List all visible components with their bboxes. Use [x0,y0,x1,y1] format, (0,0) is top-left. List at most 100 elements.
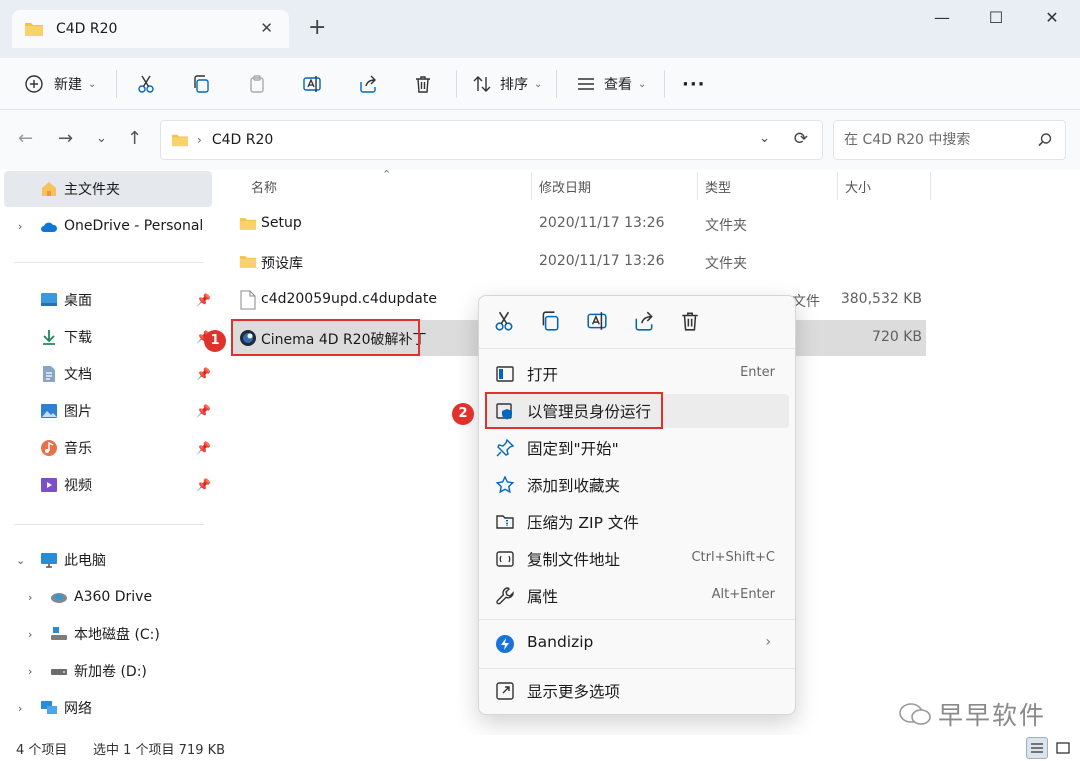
rename-button[interactable] [302,68,322,100]
minimize-button[interactable]: — [920,8,964,30]
annotation-box-1 [231,319,420,356]
sidebar-item-label: 网络 [64,701,92,717]
recent-chevron-icon[interactable]: ⌄ [96,131,107,146]
menu-item-shortcut: Ctrl+Shift+C [691,550,775,565]
pin-icon[interactable]: 📌 [196,293,211,307]
search-input[interactable] [844,132,1034,148]
paste-button[interactable] [247,68,267,100]
new-tab-button[interactable]: + [308,16,326,40]
tab-title: C4D R20 [56,21,118,37]
new-button[interactable]: 新建 ⌄ [24,68,96,100]
sidebar-item-downloads[interactable]: 下载 📌 [0,319,212,355]
menu-item-open[interactable]: 打开 Enter [485,357,789,391]
sidebar-item-home[interactable]: 主文件夹 [4,171,212,207]
menu-item-show-more[interactable]: 显示更多选项 [485,674,789,708]
menu-item-compress-zip[interactable]: 压缩为 ZIP 文件 [485,505,789,539]
sidebar-item-network[interactable]: › 网络 [0,690,212,726]
address-dropdown-icon[interactable]: ⌄ [759,131,770,146]
menu-item-copy-path[interactable]: 复制文件地址 Ctrl+Shift+C [485,542,789,576]
pin-icon[interactable]: 📌 [196,404,211,418]
copy-icon [194,75,209,93]
folder-icon [239,256,257,268]
sidebar-item-pictures[interactable]: 图片 📌 [0,393,212,429]
chevron-right-icon[interactable]: › [28,591,32,604]
chevron-right-icon: › [765,634,771,650]
search-box[interactable] [833,120,1066,160]
expand-icon [496,682,514,700]
column-divider[interactable] [697,172,698,200]
cut-button[interactable] [136,68,156,100]
menu-item-label: 固定到"开始" [527,440,619,458]
column-divider[interactable] [837,172,838,200]
cut-icon[interactable] [493,310,515,332]
menu-item-pin-to-start[interactable]: 固定到"开始" [485,431,789,465]
pictures-icon [41,404,57,418]
divider [556,70,557,98]
sidebar-item-drive-c[interactable]: › 本地磁盘 (C:) [0,616,212,652]
copy-icon[interactable] [539,310,561,332]
chevron-down-icon[interactable]: ⌄ [16,554,25,567]
sidebar-item-videos[interactable]: 视频 📌 [0,467,212,503]
sidebar-item-documents[interactable]: 文档 📌 [0,356,212,392]
share-button[interactable] [358,68,378,100]
chevron-right-icon[interactable]: › [28,665,32,678]
copy-button[interactable] [191,68,211,100]
refresh-icon[interactable]: ⟳ [794,129,808,149]
menu-item-add-favorites[interactable]: 添加到收藏夹 [485,468,789,502]
sidebar-item-label: 此电脑 [64,553,106,569]
copy-path-icon [496,551,514,567]
more-options-button[interactable]: ··· [682,68,706,100]
menu-item-properties[interactable]: 属性 Alt+Enter [485,579,789,613]
up-arrow-icon[interactable]: ↑ [127,128,142,149]
trash-icon[interactable] [679,310,701,332]
column-header-name[interactable]: 名称 [251,170,277,202]
column-header-date[interactable]: 修改日期 [539,170,591,202]
chevron-down-icon: ⌄ [88,78,97,90]
sidebar-item-a360[interactable]: › A360 Drive [0,579,212,615]
menu-item-bandizip[interactable]: Bandizip › [485,627,789,661]
tab-c4d-r20[interactable]: C4D R20 ✕ [12,10,289,48]
column-header-type[interactable]: 类型 [705,170,731,202]
divider [479,668,795,669]
sidebar-item-this-pc[interactable]: ⌄ 此电脑 [0,542,212,578]
table-row[interactable]: 预设库 2020/11/17 13:26 文件夹 [232,244,926,280]
sidebar-item-label: 桌面 [64,293,92,309]
pin-icon[interactable]: 📌 [196,441,211,455]
pin-icon [496,438,515,457]
chevron-right-icon[interactable]: › [18,702,22,715]
details-view-button[interactable] [1026,737,1048,759]
close-window-button[interactable]: ✕ [1030,8,1074,30]
back-arrow-icon[interactable]: ← [18,128,33,149]
table-row[interactable]: Setup 2020/11/17 13:26 文件夹 [232,206,926,242]
sort-button[interactable]: 排序 ⌄ [472,68,542,100]
sidebar-item-onedrive[interactable]: › OneDrive - Personal [0,208,212,244]
home-icon [42,182,56,196]
column-divider[interactable] [930,172,931,200]
sidebar-item-desktop[interactable]: 桌面 📌 [0,282,212,318]
tab-close-icon[interactable]: ✕ [260,19,273,37]
tiles-view-button[interactable] [1052,737,1074,759]
sidebar-item-drive-d[interactable]: › 新加卷 (D:) [0,653,212,689]
breadcrumb-item[interactable]: C4D R20 [212,132,273,148]
chevron-right-icon[interactable]: › [18,220,22,233]
pin-icon[interactable]: 📌 [196,367,211,381]
pin-icon[interactable]: 📌 [196,478,211,492]
divider [664,70,665,98]
search-icon[interactable] [1037,132,1053,148]
sidebar-item-label: 主文件夹 [64,182,120,198]
column-header-size[interactable]: 大小 [845,170,871,202]
scissors-icon [138,75,154,93]
delete-button[interactable] [413,68,433,100]
column-divider[interactable] [531,172,532,200]
view-button[interactable]: 查看 ⌄ [576,68,646,100]
rename-icon[interactable] [586,310,608,332]
sidebar-item-music[interactable]: 音乐 📌 [0,430,212,466]
maximize-button[interactable]: ☐ [974,8,1018,30]
chevron-down-icon: ⌄ [534,78,543,90]
download-icon [43,330,55,345]
breadcrumb-chevron-icon: › [197,133,202,147]
forward-arrow-icon[interactable]: → [58,128,73,149]
chevron-right-icon[interactable]: › [28,628,32,641]
address-bar[interactable]: › C4D R20 ⌄ ⟳ [160,120,823,160]
share-icon[interactable] [633,310,655,332]
